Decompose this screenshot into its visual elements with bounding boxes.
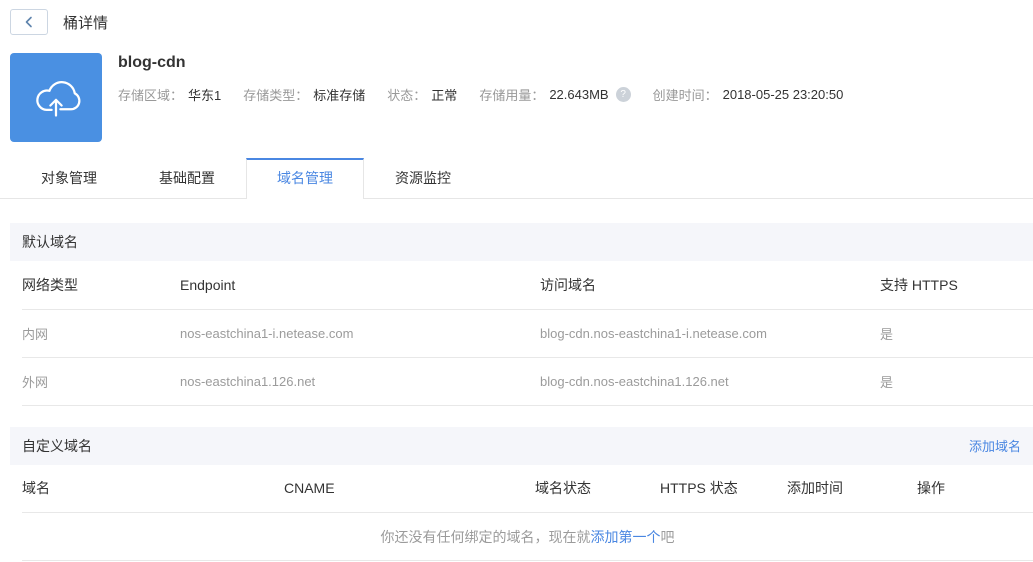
info-value: 正常 [431, 88, 458, 103]
info-value: 华东1 [188, 88, 222, 103]
info-item-status: 状态： 正常 [387, 85, 457, 104]
tab-bar: 对象管理 基础配置 域名管理 资源监控 [0, 158, 1033, 199]
section-title: 默认域名 [22, 234, 78, 250]
info-value: 标准存储 [313, 88, 366, 103]
info-label: 存储类型： [243, 88, 309, 103]
back-button[interactable] [10, 9, 48, 35]
info-value: 2018-05-25 23:20:50 [722, 87, 844, 102]
bucket-info-row: 存储区域： 华东1 存储类型： 标准存储 状态： 正常 存储用量： 22.643… [118, 85, 865, 104]
tab-domain-management[interactable]: 域名管理 [246, 158, 364, 199]
cell-endpoint: nos-eastchina1.126.net [180, 357, 540, 406]
info-item-region: 存储区域： 华东1 [118, 85, 221, 104]
col-header-add-time: 添加时间 [787, 464, 917, 513]
cell-network-type: 内网 [22, 309, 180, 358]
info-label: 创建时间： [652, 88, 718, 103]
question-circle-icon[interactable] [615, 87, 631, 102]
section-default-domain: 默认域名 [10, 223, 1033, 261]
cell-endpoint: nos-eastchina1-i.netease.com [180, 309, 540, 358]
bucket-header: blog-cdn 存储区域： 华东1 存储类型： 标准存储 状态： 正常 存储用… [10, 53, 1033, 142]
chevron-left-icon [24, 16, 34, 28]
cell-https-support: 是 [880, 357, 1033, 406]
empty-state-text: 你还没有任何绑定的域名，现在就 [380, 528, 591, 545]
info-label: 存储用量： [479, 88, 545, 103]
section-title: 自定义域名 [22, 437, 92, 454]
col-header-cname: CNAME [284, 464, 535, 513]
bucket-name: blog-cdn [118, 54, 186, 71]
add-domain-link[interactable]: 添加域名 [969, 436, 1021, 455]
add-first-domain-link[interactable]: 添加第一个 [591, 529, 661, 545]
empty-state-text: 吧 [660, 528, 675, 545]
col-header-https-status: HTTPS 状态 [660, 464, 787, 513]
bucket-avatar [10, 53, 102, 142]
cell-access-domain: blog-cdn.nos-eastchina1-i.netease.com [540, 309, 880, 358]
cell-access-domain: blog-cdn.nos-eastchina1.126.net [540, 357, 880, 406]
cell-network-type: 外网 [22, 357, 180, 406]
col-header-domain-status: 域名状态 [535, 464, 660, 513]
tab-content: 默认域名 网络类型 Endpoint 访问域名 支持 HTTPS 内网 nos-… [10, 223, 1033, 561]
empty-state-message: 你还没有任何绑定的域名，现在就添加第一个吧 [22, 512, 1033, 561]
col-header-access-domain: 访问域名 [540, 261, 880, 310]
cloud-upload-icon [26, 68, 86, 128]
info-item-usage: 存储用量： 22.643MB [479, 85, 631, 104]
custom-domain-table: 域名 CNAME 域名状态 HTTPS 状态 添加时间 操作 你还没有任何绑定的… [22, 464, 1033, 561]
col-header-domain: 域名 [22, 464, 284, 513]
section-custom-domain: 自定义域名 添加域名 [10, 426, 1033, 465]
col-header-network-type: 网络类型 [22, 261, 180, 310]
page-title: 桶详情 [63, 14, 109, 32]
col-header-endpoint: Endpoint [180, 261, 540, 310]
empty-state-row: 你还没有任何绑定的域名，现在就添加第一个吧 [22, 512, 1033, 561]
default-domain-table: 网络类型 Endpoint 访问域名 支持 HTTPS 内网 nos-eastc… [22, 261, 1033, 406]
col-header-actions: 操作 [917, 464, 1033, 513]
info-label: 状态： [387, 88, 427, 103]
bucket-meta: blog-cdn 存储区域： 华东1 存储类型： 标准存储 状态： 正常 存储用… [118, 53, 865, 142]
top-bar: 桶详情 [0, 0, 1033, 35]
table-header-row: 网络类型 Endpoint 访问域名 支持 HTTPS [22, 261, 1033, 310]
table-row: 内网 nos-eastchina1-i.netease.com blog-cdn… [22, 309, 1033, 358]
tab-basic-config[interactable]: 基础配置 [128, 158, 246, 198]
table-row: 外网 nos-eastchina1.126.net blog-cdn.nos-e… [22, 357, 1033, 406]
cell-https-support: 是 [880, 309, 1033, 358]
tab-object-management[interactable]: 对象管理 [10, 158, 128, 198]
info-item-created: 创建时间： 2018-05-25 23:20:50 [653, 85, 844, 104]
info-label: 存储区域： [118, 88, 184, 103]
table-header-row: 域名 CNAME 域名状态 HTTPS 状态 添加时间 操作 [22, 464, 1033, 513]
info-item-storage-type: 存储类型： 标准存储 [243, 85, 365, 104]
col-header-https-support: 支持 HTTPS [880, 261, 1033, 310]
info-value: 22.643MB [549, 87, 609, 102]
tab-resource-monitor[interactable]: 资源监控 [364, 158, 482, 198]
